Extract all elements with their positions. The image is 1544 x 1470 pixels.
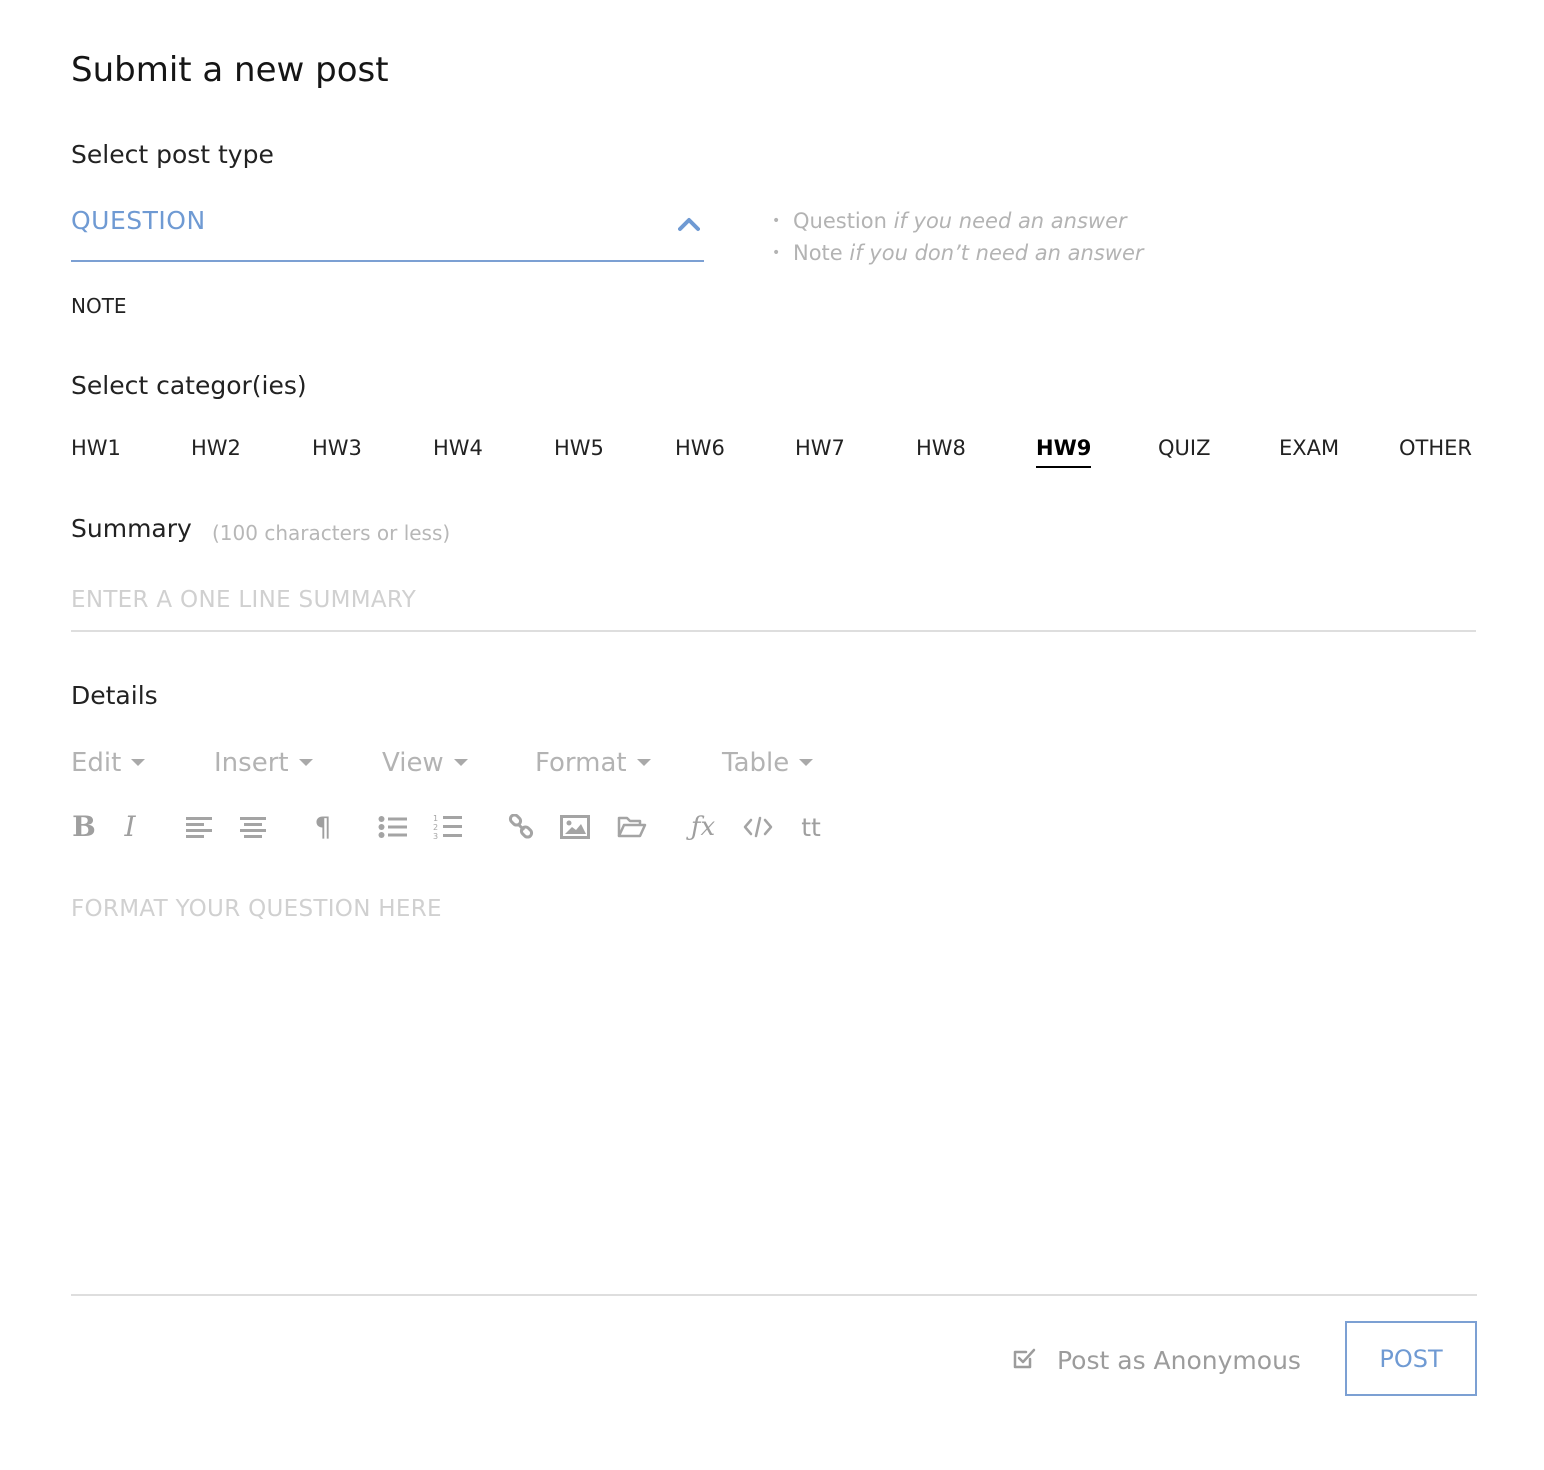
image-icon[interactable] bbox=[558, 810, 592, 844]
post-type-label: Select post type bbox=[71, 140, 274, 169]
category-hw9[interactable]: HW9 bbox=[1036, 436, 1092, 468]
italic-icon[interactable]: I bbox=[113, 810, 147, 844]
code-icon[interactable] bbox=[741, 810, 775, 844]
category-hw5[interactable]: HW5 bbox=[554, 436, 604, 466]
align-center-icon[interactable] bbox=[236, 810, 270, 844]
details-editor[interactable]: FORMAT YOUR QUESTION HERE bbox=[71, 880, 1477, 1296]
svg-text:2: 2 bbox=[433, 823, 438, 832]
category-hw7[interactable]: HW7 bbox=[795, 436, 845, 466]
menu-view-label: View bbox=[382, 748, 444, 778]
category-hw6[interactable]: HW6 bbox=[675, 436, 725, 466]
checkbox-checked-icon[interactable] bbox=[1012, 1346, 1036, 1374]
post-anonymous-label: Post as Anonymous bbox=[1057, 1345, 1301, 1375]
category-hw4[interactable]: HW4 bbox=[433, 436, 483, 466]
category-quiz[interactable]: QUIZ bbox=[1158, 436, 1210, 466]
svg-text:1: 1 bbox=[433, 814, 438, 823]
post-type-option-note[interactable]: NOTE bbox=[71, 294, 127, 318]
align-left-icon[interactable] bbox=[182, 810, 216, 844]
category-list: HW1 HW2 HW3 HW4 HW5 HW6 HW7 HW8 HW9 QUIZ… bbox=[71, 436, 1477, 472]
hint-note-name: Note bbox=[793, 241, 843, 265]
menu-format-label: Format bbox=[535, 748, 627, 778]
hint-note: • Note if you don’t need an answer bbox=[772, 241, 1144, 265]
page-title: Submit a new post bbox=[71, 50, 389, 90]
caret-down-icon bbox=[131, 759, 146, 766]
editor-placeholder: FORMAT YOUR QUESTION HERE bbox=[71, 896, 442, 922]
summary-label: Summary bbox=[71, 514, 192, 543]
menu-edit-label: Edit bbox=[71, 748, 122, 778]
menu-format[interactable]: Format bbox=[535, 748, 651, 778]
category-hw3[interactable]: HW3 bbox=[312, 436, 362, 466]
hint-note-desc: if you don’t need an answer bbox=[849, 241, 1144, 265]
menu-insert[interactable]: Insert bbox=[214, 748, 313, 778]
post-anonymous-toggle[interactable]: Post as Anonymous bbox=[1012, 1340, 1301, 1380]
hint-question: • Question if you need an answer bbox=[772, 209, 1127, 233]
bullet-list-icon[interactable] bbox=[376, 810, 410, 844]
category-hw2[interactable]: HW2 bbox=[191, 436, 241, 466]
categories-label: Select categor(ies) bbox=[71, 371, 307, 400]
folder-open-icon[interactable] bbox=[615, 810, 649, 844]
hint-question-desc: if you need an answer bbox=[893, 209, 1127, 233]
post-type-hints: • Question if you need an answer • Note if… bbox=[772, 205, 1144, 269]
menu-view[interactable]: View bbox=[382, 748, 468, 778]
menu-table-label: Table bbox=[722, 748, 790, 778]
menu-table[interactable]: Table bbox=[722, 748, 814, 778]
monospace-icon-label: tt bbox=[801, 812, 821, 842]
chevron-up-icon[interactable] bbox=[678, 216, 700, 232]
summary-input[interactable] bbox=[71, 570, 1476, 632]
caret-down-icon bbox=[799, 759, 814, 766]
bold-icon[interactable]: B bbox=[67, 810, 101, 844]
monospace-icon[interactable]: tt bbox=[794, 810, 828, 844]
caret-down-icon bbox=[298, 759, 313, 766]
category-exam[interactable]: EXAM bbox=[1279, 436, 1339, 466]
caret-down-icon bbox=[453, 759, 468, 766]
post-type-selected-value: QUESTION bbox=[71, 206, 206, 235]
caret-down-icon bbox=[636, 759, 651, 766]
formula-icon[interactable]: ƒx bbox=[686, 810, 720, 844]
paragraph-icon[interactable]: ¶ bbox=[306, 810, 340, 844]
category-hw1[interactable]: HW1 bbox=[71, 436, 121, 466]
post-type-select[interactable]: QUESTION bbox=[71, 200, 704, 262]
summary-hint: (100 characters or less) bbox=[212, 521, 451, 545]
details-label: Details bbox=[71, 681, 158, 710]
category-hw8[interactable]: HW8 bbox=[916, 436, 966, 466]
category-other[interactable]: OTHER bbox=[1399, 436, 1472, 466]
hint-question-name: Question bbox=[793, 209, 887, 233]
menu-insert-label: Insert bbox=[214, 748, 289, 778]
menu-edit[interactable]: Edit bbox=[71, 748, 146, 778]
post-button[interactable]: POST bbox=[1345, 1321, 1477, 1396]
link-icon[interactable] bbox=[504, 810, 538, 844]
svg-text:3: 3 bbox=[433, 832, 438, 841]
numbered-list-icon[interactable]: 1 2 3 bbox=[431, 810, 465, 844]
